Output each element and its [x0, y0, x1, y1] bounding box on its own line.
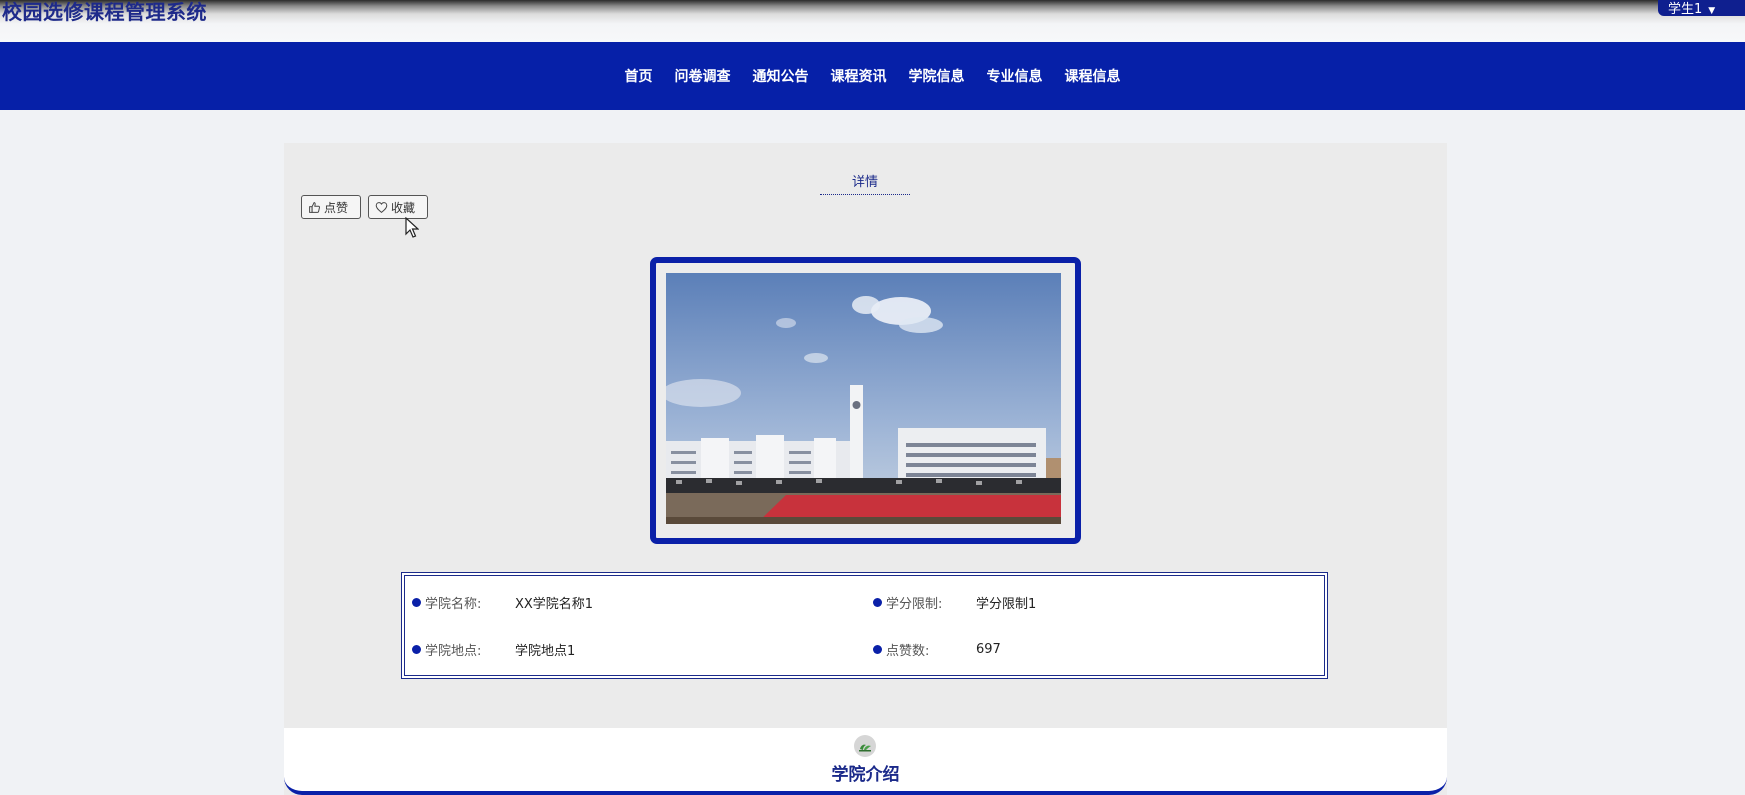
- detail-tab-title[interactable]: 详情: [820, 171, 910, 195]
- info-row-college-location: 学院地点: 学院地点1: [412, 640, 575, 659]
- info-value: 学院地点1: [515, 644, 576, 659]
- college-image-frame: [650, 257, 1081, 544]
- mouse-cursor-icon: [405, 217, 419, 238]
- info-value: 学分限制1: [976, 597, 1037, 612]
- like-button[interactable]: 点赞: [301, 195, 361, 219]
- college-info-box: 学院名称: XX学院名称1 学分限制: 学分限制1 学院地点: 学院地点1 点赞…: [401, 572, 1328, 679]
- bullet-icon: [873, 645, 882, 654]
- user-menu[interactable]: 学生1 ▼: [1658, 0, 1745, 17]
- site-title: 校园选修课程管理系统: [2, 0, 207, 24]
- college-intro-section: 学院介绍: [284, 728, 1447, 795]
- college-photo: [666, 273, 1061, 524]
- user-name: 学生1: [1668, 2, 1703, 17]
- info-label: 学院名称:: [425, 597, 482, 612]
- bullet-icon: [412, 645, 421, 654]
- main-nav: 首页 问卷调查 通知公告 课程资讯 学院信息 专业信息 课程信息: [0, 42, 1745, 110]
- heart-icon: [375, 201, 388, 213]
- info-row-credit-limit: 学分限制: 学分限制1: [873, 593, 1036, 612]
- intro-title: 学院介绍: [831, 765, 900, 785]
- thumbs-up-icon: [309, 201, 320, 213]
- nav-item-college-info[interactable]: 学院信息: [898, 66, 976, 86]
- info-label: 学分限制:: [886, 597, 943, 612]
- plant-icon: [854, 735, 876, 757]
- bullet-icon: [412, 598, 421, 607]
- favorite-button[interactable]: 收藏: [368, 195, 428, 219]
- info-label: 点赞数:: [886, 644, 930, 659]
- favorite-label: 收藏: [391, 200, 416, 215]
- nav-item-home[interactable]: 首页: [614, 66, 664, 86]
- top-header: 校园选修课程管理系统 学生1 ▼: [0, 0, 1745, 42]
- nav-item-survey[interactable]: 问卷调查: [664, 66, 742, 86]
- caret-down-icon: ▼: [1708, 6, 1716, 16]
- nav-item-major-info[interactable]: 专业信息: [976, 66, 1054, 86]
- like-label: 点赞: [324, 200, 349, 215]
- info-value: 697: [976, 642, 1001, 657]
- info-value: XX学院名称1: [515, 597, 594, 612]
- bullet-icon: [873, 598, 882, 607]
- info-row-like-count: 点赞数: 697: [873, 640, 1001, 659]
- nav-item-course-info[interactable]: 课程信息: [1054, 66, 1132, 86]
- info-row-college-name: 学院名称: XX学院名称1: [412, 593, 593, 612]
- nav-item-course-news[interactable]: 课程资讯: [820, 66, 898, 86]
- info-label: 学院地点:: [425, 644, 482, 659]
- detail-panel: 详情 点赞 收藏 学院名称: XX学院名称1 学分限制: 学分限制1 学院地点:…: [284, 143, 1447, 795]
- nav-item-notice[interactable]: 通知公告: [742, 66, 820, 86]
